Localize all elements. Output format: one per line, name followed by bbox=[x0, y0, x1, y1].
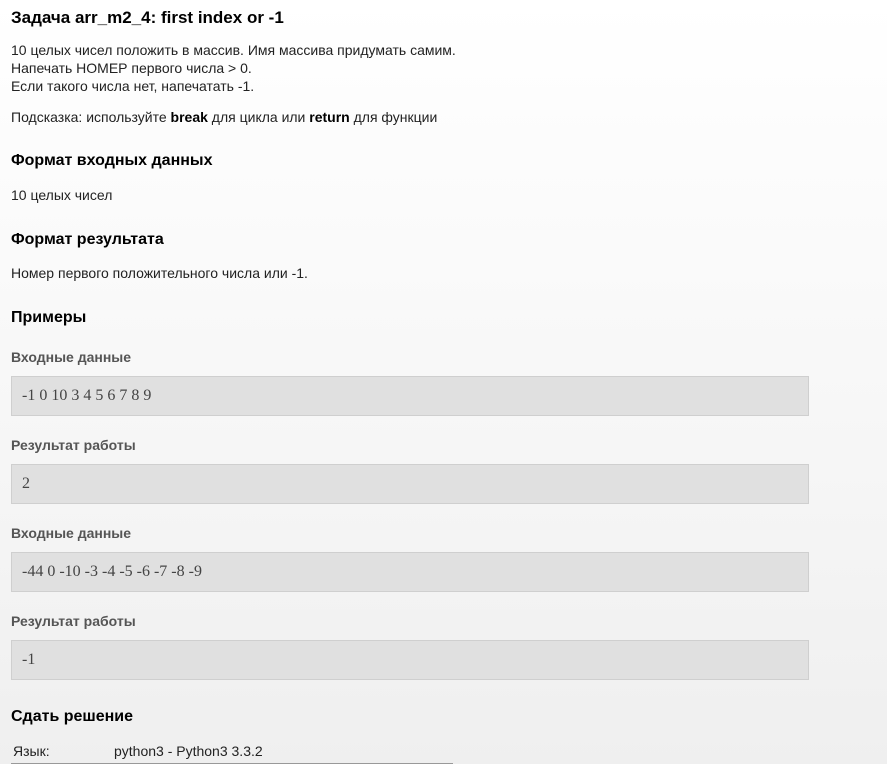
hint-suffix: для функции bbox=[349, 109, 438, 125]
output-format-text: Номер первого положительного числа или -… bbox=[11, 265, 308, 281]
task-statement: 10 целых чисел положить в массив. Имя ма… bbox=[11, 41, 456, 95]
input-format-text: 10 целых чисел bbox=[11, 187, 113, 203]
hint-keyword-break: break bbox=[170, 109, 208, 125]
hint-middle: для цикла или bbox=[207, 109, 310, 125]
submit-title: Сдать решение bbox=[11, 708, 134, 725]
hint-text: Подсказка: используйте break для цикла и… bbox=[11, 108, 437, 126]
examples-title: Примеры bbox=[11, 309, 87, 326]
example-output-box: -1 bbox=[11, 640, 809, 680]
hint-prefix: Подсказка: используйте bbox=[11, 109, 171, 125]
language-select[interactable]: python3 - Python3 3.3.2 bbox=[114, 743, 263, 759]
statement-line: 10 целых чисел положить в массив. Имя ма… bbox=[11, 42, 456, 58]
example-output-box: 2 bbox=[11, 464, 809, 504]
statement-line: Если такого числа нет, напечатать -1. bbox=[11, 78, 255, 94]
language-label: Язык: bbox=[13, 743, 50, 759]
hint-keyword-return: return bbox=[309, 109, 350, 125]
example-input-box: -44 0 -10 -3 -4 -5 -6 -7 -8 -9 bbox=[11, 552, 809, 592]
example-input-box: -1 0 10 3 4 5 6 7 8 9 bbox=[11, 376, 809, 416]
input-format-title: Формат входных данных bbox=[11, 152, 213, 169]
example-input-label: Входные данные bbox=[11, 349, 132, 365]
statement-line: Напечать НОМЕР первого числа > 0. bbox=[11, 60, 252, 76]
example-input-label: Входные данные bbox=[11, 525, 132, 541]
task-title: Задача arr_m2_4: first index or -1 bbox=[11, 8, 284, 27]
output-format-title: Формат результата bbox=[11, 231, 164, 248]
example-output-label: Результат работы bbox=[11, 437, 136, 453]
language-row: Язык: python3 - Python3 3.3.2 bbox=[11, 741, 453, 764]
example-output-label: Результат работы bbox=[11, 613, 136, 629]
